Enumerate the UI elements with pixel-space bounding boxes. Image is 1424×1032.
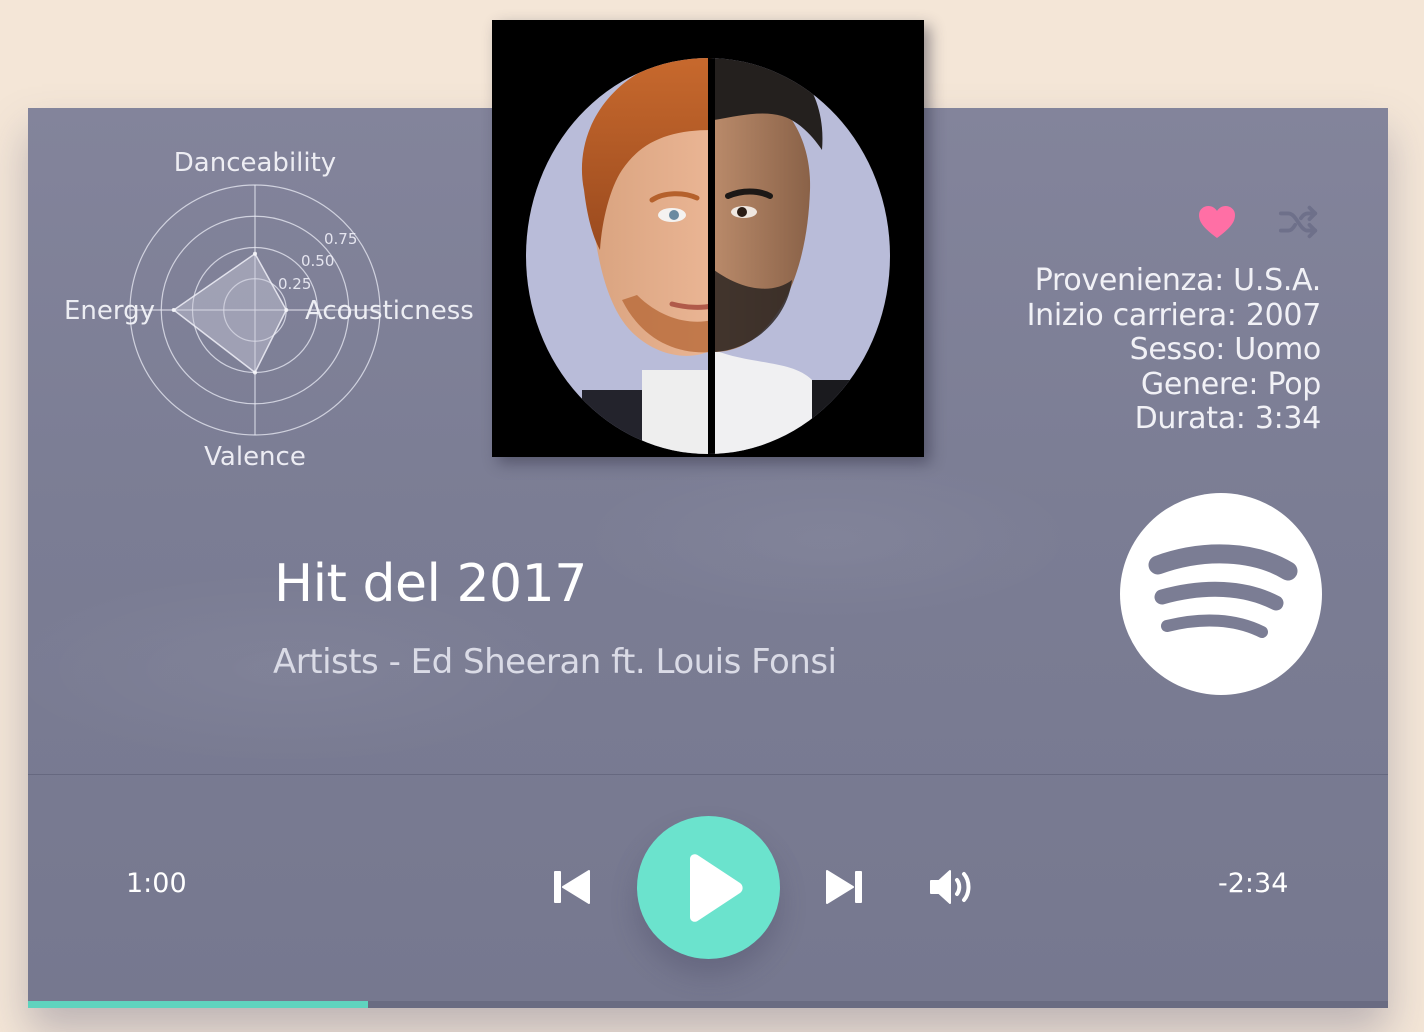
radar-point	[284, 308, 289, 312]
volume-icon[interactable]	[926, 863, 980, 911]
skip-next-icon[interactable]	[822, 865, 866, 909]
radar-ring-label: 0.50	[301, 252, 334, 270]
gender-text: Sesso: Uomo	[1129, 332, 1322, 367]
progress-fill	[28, 1001, 368, 1008]
play-icon	[689, 853, 743, 922]
radar-data-shape	[171, 251, 289, 375]
radar-axis-label: Danceability	[174, 148, 336, 178]
radar-point	[171, 308, 176, 312]
audio-features-radar-chart: 0.25 0.50 0.75 Danceability Acousticness Vale…	[64, 148, 474, 468]
duration-text: Durata: 3:34	[1134, 401, 1322, 436]
radar-polygon	[172, 252, 288, 374]
track-artists: Artists - Ed Sheeran ft. Louis Fonsi	[273, 642, 837, 682]
album-cover	[492, 20, 924, 457]
radar-point	[253, 370, 257, 375]
progress-bar[interactable]	[28, 1001, 1388, 1008]
radar-ring-label: 0.25	[278, 275, 311, 293]
radar-axis-label: Valence	[204, 442, 306, 468]
remaining-time: -2:34	[1218, 868, 1289, 899]
radar-ring-label: 0.75	[324, 230, 357, 248]
radar-point	[253, 251, 257, 256]
spotify-logo[interactable]	[1120, 493, 1322, 695]
radar-axis-label: Energy	[64, 296, 155, 326]
track-title: Hit del 2017	[274, 554, 587, 614]
origin-text: Provenienza: U.S.A.	[1034, 263, 1322, 298]
genre-text: Genere: Pop	[1140, 366, 1321, 402]
career-start-text: Inizio carriera: 2007	[1026, 297, 1322, 333]
shuffle-icon[interactable]	[1278, 204, 1320, 240]
heart-icon[interactable]	[1196, 204, 1238, 240]
play-button[interactable]	[637, 816, 780, 959]
artist-info: Provenienza: U.S.A. Inizio carriera: 200…	[1026, 263, 1322, 437]
skip-previous-icon[interactable]	[550, 865, 594, 909]
radar-axis-label: Acousticness	[305, 296, 474, 326]
divider	[28, 774, 1388, 775]
elapsed-time: 1:00	[126, 868, 187, 899]
track-actions	[1196, 204, 1320, 240]
